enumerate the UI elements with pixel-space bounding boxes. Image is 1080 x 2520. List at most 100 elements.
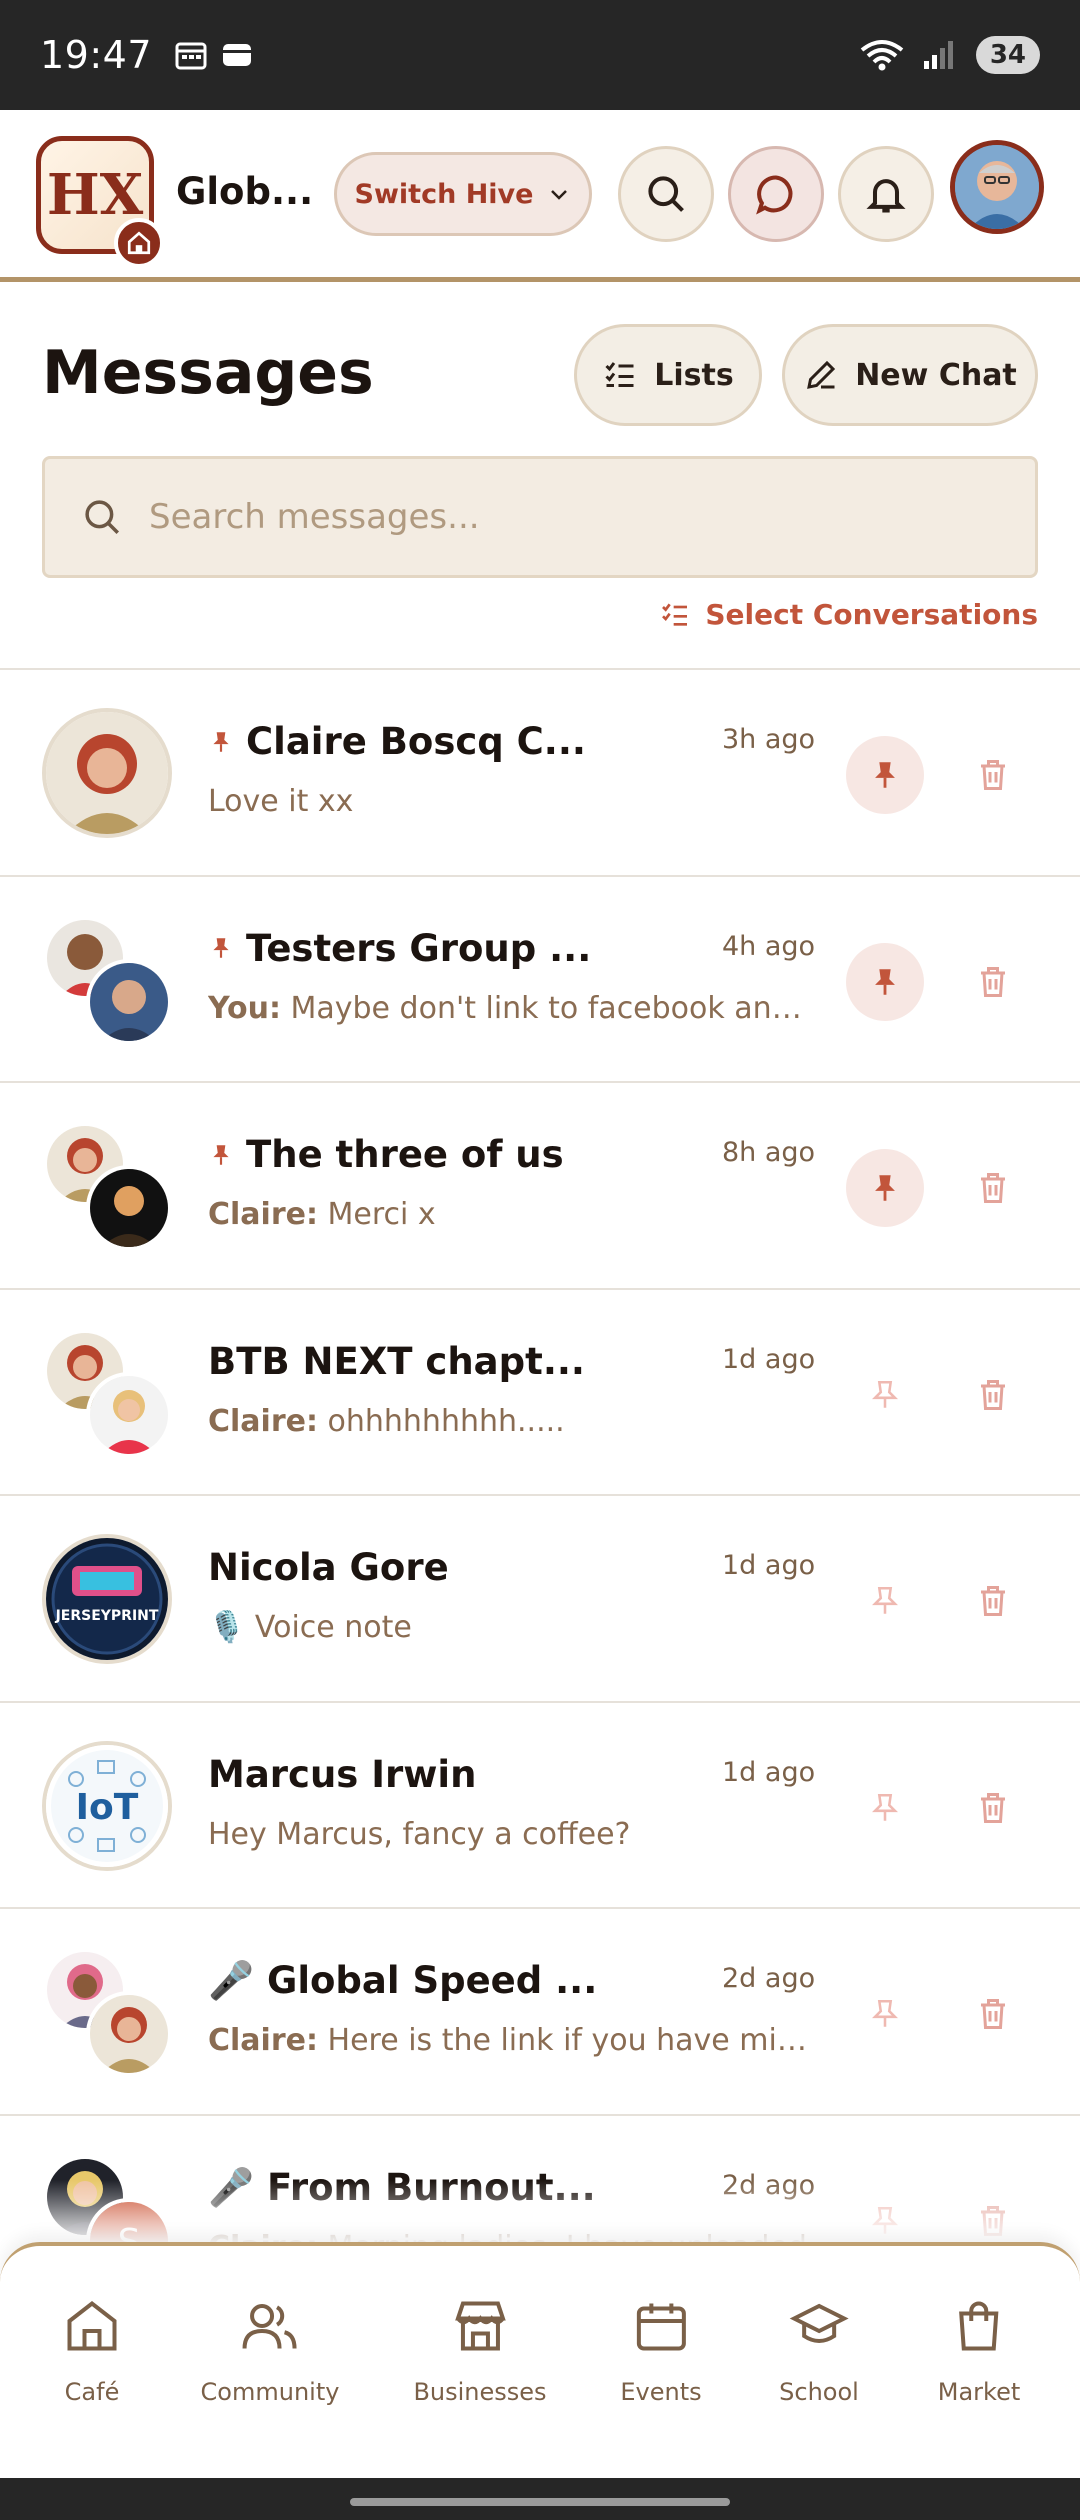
wallet-notification-icon xyxy=(223,44,252,66)
conversation-time: 2d ago xyxy=(722,2169,816,2201)
trash-icon xyxy=(981,1173,1005,1203)
delete-button[interactable] xyxy=(960,1568,1026,1634)
pin-button[interactable] xyxy=(846,1769,924,1847)
avatar xyxy=(42,708,172,838)
nav-school-label: School xyxy=(779,2378,859,2406)
pin-icon xyxy=(875,762,895,788)
trash-icon xyxy=(981,1792,1005,1823)
battery-indicator: 34 xyxy=(975,36,1040,74)
status-time: 19:47 xyxy=(40,33,153,77)
pin-icon xyxy=(875,1175,895,1201)
pin-outline-icon xyxy=(872,1586,898,1614)
conversation-preview: Claire: Merci x xyxy=(208,1197,816,1232)
pin-outline-icon xyxy=(872,1793,898,1821)
hive-name: Glob... xyxy=(176,170,314,213)
conversation-preview: Love it xx xyxy=(208,784,816,819)
conversation-item[interactable]: IoT Marcus Irwin 1d ago Hey Marcus, fanc… xyxy=(0,1702,1080,1909)
conversation-item[interactable]: JERSEYPRINT Nicola Gore 1d ago 🎙️ Voice … xyxy=(0,1496,1080,1703)
conversation-preview: Hey Marcus, fancy a coffee? xyxy=(208,1817,816,1852)
conversation-name: Testers Group ... xyxy=(246,926,592,970)
conversation-preview: 🎙️ Voice note xyxy=(208,1610,816,1645)
pin-indicator-icon xyxy=(213,1144,229,1165)
delete-button[interactable] xyxy=(960,742,1026,808)
select-conversations-button[interactable]: Select Conversations xyxy=(659,598,1038,631)
search-box[interactable] xyxy=(42,456,1038,578)
search-button[interactable] xyxy=(618,146,714,242)
pin-outline-icon xyxy=(872,1380,898,1408)
trash-icon xyxy=(981,760,1005,790)
lists-button[interactable]: Lists xyxy=(574,324,762,426)
iot-badge-text: IoT xyxy=(76,1787,139,1828)
search-input[interactable] xyxy=(149,497,969,537)
conversation-name: 🎤 Global Speed ... xyxy=(208,1959,598,2002)
nav-businesses-label: Businesses xyxy=(413,2378,547,2406)
search-icon xyxy=(85,500,119,534)
select-conversations-label: Select Conversations xyxy=(705,598,1038,631)
conversation-item[interactable]: 🎤 Global Speed ... 2d ago Claire: Here i… xyxy=(0,1909,1080,2116)
pin-icon xyxy=(875,968,895,995)
print-badge-text: JERSEYPRINT xyxy=(55,1608,159,1624)
pin-indicator-icon xyxy=(213,731,229,752)
conversation-item[interactable]: S 🎤 From Burnout... 2d ago Claire: Morni… xyxy=(0,2115,1080,2243)
avatar xyxy=(86,1371,172,1458)
pin-button[interactable] xyxy=(846,1562,924,1640)
nav-cafe[interactable]: Café xyxy=(62,2296,122,2406)
conversation-item[interactable]: Claire Boscq C... 3h ago Love it xx xyxy=(0,670,1080,877)
delete-button[interactable] xyxy=(960,1362,1026,1428)
nav-businesses[interactable]: Businesses xyxy=(413,2296,547,2406)
preview-text: Morning ladies, I have uploaded xyxy=(328,2230,807,2243)
hive-logo-text: HX xyxy=(46,162,144,228)
new-chat-button[interactable]: New Chat xyxy=(782,324,1038,426)
pin-button[interactable] xyxy=(846,736,924,814)
pin-button[interactable] xyxy=(846,1149,924,1227)
trash-icon xyxy=(981,2205,1005,2236)
graduation-cap-icon xyxy=(789,2303,849,2343)
pin-button[interactable] xyxy=(846,1356,924,1434)
calendar-icon xyxy=(636,2303,686,2351)
preview-sender: Claire: xyxy=(208,2023,318,2058)
trash-icon xyxy=(981,1586,1005,1616)
conversation-name: Nicola Gore xyxy=(208,1546,449,1589)
nav-events[interactable]: Events xyxy=(620,2296,702,2406)
status-bar: 19:47 34 xyxy=(0,0,1080,110)
conversation-name: BTB NEXT chapt... xyxy=(208,1339,585,1383)
bottom-nav: Café Community Businesses Events School … xyxy=(0,2242,1080,2478)
switch-hive-button[interactable]: Switch Hive xyxy=(334,152,592,236)
delete-button[interactable] xyxy=(960,1775,1026,1841)
nav-market-label: Market xyxy=(937,2378,1021,2406)
preview-text: Love it xx xyxy=(208,784,354,819)
messages-button[interactable] xyxy=(728,146,824,242)
delete-button[interactable] xyxy=(960,949,1026,1015)
list-check-icon xyxy=(662,603,688,626)
pin-button[interactable] xyxy=(846,942,924,1021)
conversation-name: 🎤 From Burnout... xyxy=(208,2165,596,2209)
nav-community[interactable]: Community xyxy=(201,2296,339,2406)
pin-indicator-icon xyxy=(213,938,229,958)
store-icon xyxy=(454,2301,506,2351)
conversation-list: Claire Boscq C... 3h ago Love it xx Test… xyxy=(0,668,1080,2242)
delete-button[interactable] xyxy=(960,2188,1026,2243)
avatar xyxy=(86,1165,172,1251)
delete-button[interactable] xyxy=(960,1155,1026,1221)
delete-button[interactable] xyxy=(960,1981,1026,2047)
nav-market[interactable]: Market xyxy=(937,2296,1021,2406)
pin-button[interactable] xyxy=(846,1975,924,2053)
conversation-item[interactable]: The three of us 8h ago Claire: Merci x xyxy=(0,1083,1080,1290)
nav-school[interactable]: School xyxy=(779,2296,859,2406)
conversation-item[interactable]: Testers Group ... 4h ago You: Maybe don'… xyxy=(0,876,1080,1083)
conversation-item[interactable]: BTB NEXT chapt... 1d ago Claire: ohhhhhh… xyxy=(0,1289,1080,1496)
conversation-time: 1d ago xyxy=(722,1343,816,1375)
preview-sender: You: xyxy=(208,990,281,1026)
conversation-time: 1d ago xyxy=(722,1756,816,1788)
conversation-time: 3h ago xyxy=(722,724,816,755)
search-icon xyxy=(648,176,684,212)
pin-button[interactable] xyxy=(846,2182,924,2243)
avatar: JERSEYPRINT xyxy=(42,1534,172,1664)
notifications-button[interactable] xyxy=(838,146,934,242)
gesture-handle[interactable] xyxy=(350,2498,730,2506)
s-badge-text: S xyxy=(118,2222,141,2243)
new-chat-label: New Chat xyxy=(855,357,1017,393)
conversation-preview: Claire: ohhhhhhhhh..... xyxy=(208,1404,816,1439)
preview-text: Here is the link if you have missed it xyxy=(327,2023,816,2058)
user-avatar[interactable] xyxy=(950,140,1044,234)
